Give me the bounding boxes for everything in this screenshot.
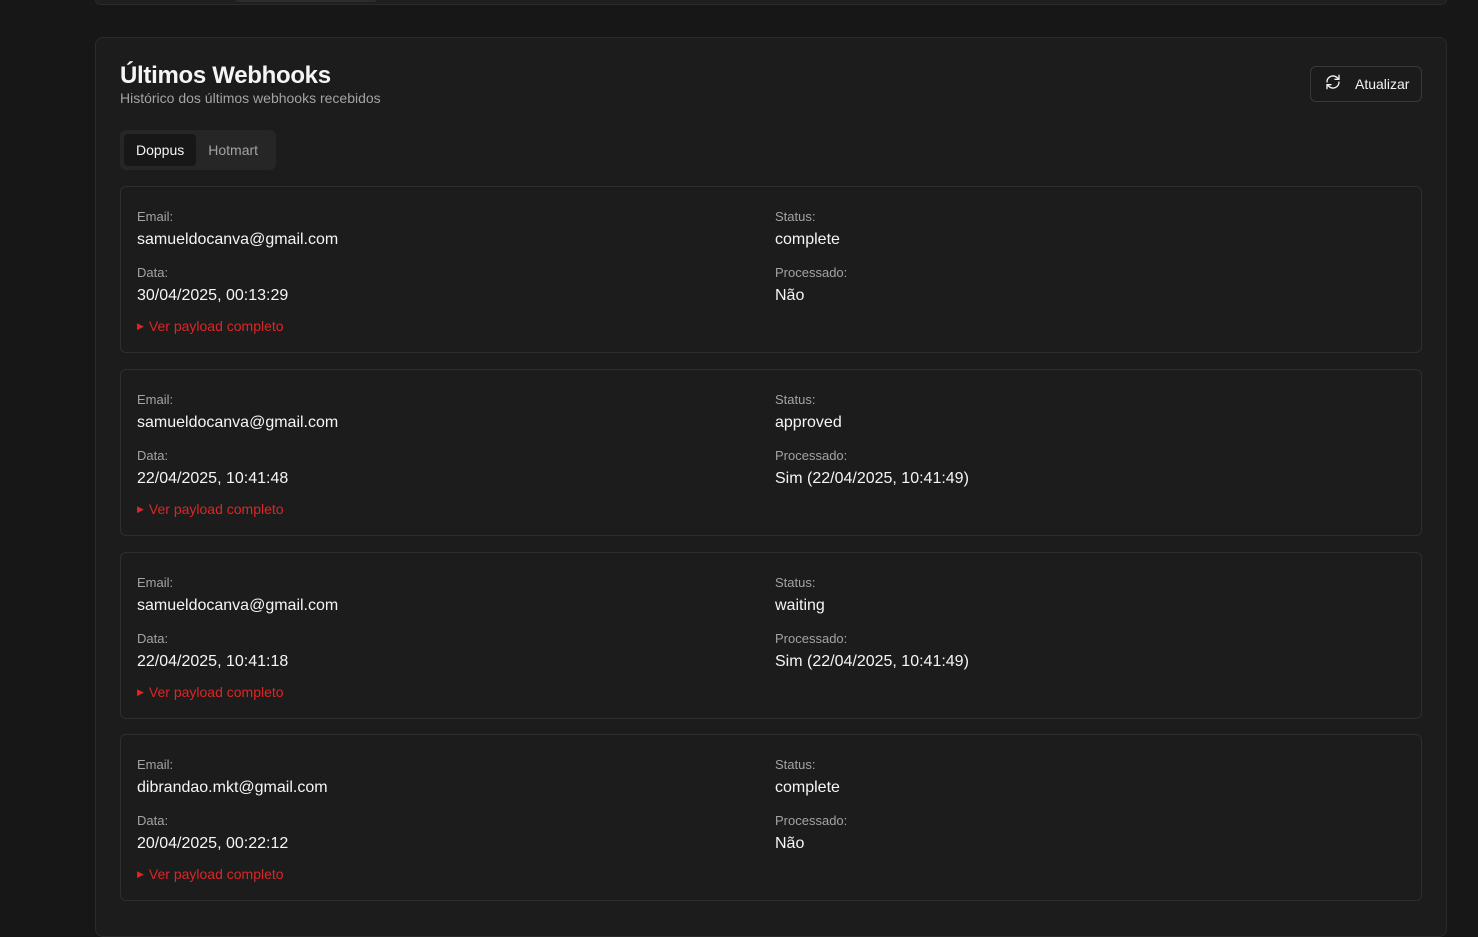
date-label: Data: — [137, 448, 169, 463]
status-field: Status: complete — [775, 757, 840, 797]
processed-field: Processado: Não — [775, 265, 847, 305]
email-field: Email: samueldocanva@gmail.com — [137, 392, 338, 432]
view-payload-label: Ver payload completo — [148, 684, 284, 700]
email-value: samueldocanva@gmail.com — [137, 597, 339, 614]
processed-label: Processado: — [775, 265, 848, 280]
top-strip — [95, 0, 1447, 5]
tab-doppus[interactable]: Doppus — [124, 134, 197, 166]
webhook-card: Email: dibrandao.mkt@gmail.com Status: c… — [120, 734, 1422, 901]
email-value: samueldocanva@gmail.com — [137, 231, 339, 248]
processed-field: Processado: Sim (22/04/2025, 10:41:49) — [775, 631, 969, 671]
email-label: Email: — [137, 575, 174, 590]
processed-value: Não — [775, 835, 805, 852]
processed-value: Sim (22/04/2025, 10:41:49) — [775, 470, 969, 487]
view-payload-toggle[interactable]: ▶ Ver payload completo — [137, 501, 284, 517]
status-field: Status: complete — [775, 209, 840, 249]
status-field: Status: approved — [775, 392, 842, 432]
status-label: Status: — [775, 757, 816, 772]
date-value: 22/04/2025, 10:41:48 — [137, 470, 289, 487]
caret-right-icon: ▶ — [137, 868, 144, 879]
view-payload-label: Ver payload completo — [148, 866, 284, 882]
processed-field: Processado: Sim (22/04/2025, 10:41:49) — [775, 448, 969, 488]
email-label: Email: — [137, 757, 174, 772]
processed-label: Processado: — [775, 448, 848, 463]
status-field: Status: waiting — [775, 575, 825, 615]
email-label: Email: — [137, 209, 174, 224]
top-strip-tab-hint — [236, 0, 376, 2]
processed-label: Processado: — [775, 631, 848, 646]
date-label: Data: — [137, 813, 169, 828]
processed-label: Processado: — [775, 813, 848, 828]
email-field: Email: samueldocanva@gmail.com — [137, 575, 338, 615]
date-value: 20/04/2025, 00:22:12 — [137, 835, 289, 852]
status-label: Status: — [775, 392, 816, 407]
processed-value: Sim (22/04/2025, 10:41:49) — [775, 653, 969, 670]
email-value: samueldocanva@gmail.com — [137, 414, 339, 431]
processed-field: Processado: Não — [775, 813, 847, 853]
date-label: Data: — [137, 265, 169, 280]
status-label: Status: — [775, 575, 816, 590]
refresh-icon — [1325, 74, 1341, 95]
date-value: 30/04/2025, 00:13:29 — [137, 287, 289, 304]
view-payload-label: Ver payload completo — [148, 318, 284, 334]
status-value: complete — [775, 231, 840, 248]
view-payload-label: Ver payload completo — [148, 501, 284, 517]
email-value: dibrandao.mkt@gmail.com — [137, 779, 328, 796]
view-payload-toggle[interactable]: ▶ Ver payload completo — [137, 318, 284, 334]
date-value: 22/04/2025, 10:41:18 — [137, 653, 289, 670]
date-field: Data: 30/04/2025, 00:13:29 — [137, 265, 288, 305]
date-field: Data: 22/04/2025, 10:41:48 — [137, 448, 288, 488]
view-payload-toggle[interactable]: ▶ Ver payload completo — [137, 684, 284, 700]
date-field: Data: 22/04/2025, 10:41:18 — [137, 631, 288, 671]
page-title: Últimos Webhooks — [120, 62, 331, 89]
tab-hotmart[interactable]: Hotmart — [196, 134, 270, 166]
status-value: complete — [775, 779, 840, 796]
webhook-card: Email: samueldocanva@gmail.com Status: c… — [120, 186, 1422, 353]
webhook-card: Email: samueldocanva@gmail.com Status: w… — [120, 552, 1422, 719]
status-label: Status: — [775, 209, 816, 224]
webhook-card: Email: samueldocanva@gmail.com Status: a… — [120, 369, 1422, 536]
email-field: Email: dibrandao.mkt@gmail.com — [137, 757, 328, 797]
email-label: Email: — [137, 392, 174, 407]
provider-tabs: Doppus Hotmart — [120, 130, 276, 170]
page-subtitle: Histórico dos últimos webhooks recebidos — [120, 90, 381, 106]
email-field: Email: samueldocanva@gmail.com — [137, 209, 338, 249]
caret-right-icon: ▶ — [137, 686, 144, 697]
status-value: waiting — [775, 597, 825, 614]
status-value: approved — [775, 414, 842, 431]
refresh-button-label: Atualizar — [1355, 76, 1410, 92]
view-payload-toggle[interactable]: ▶ Ver payload completo — [137, 866, 284, 882]
date-field: Data: 20/04/2025, 00:22:12 — [137, 813, 288, 853]
date-label: Data: — [137, 631, 169, 646]
refresh-button[interactable]: Atualizar — [1310, 66, 1422, 102]
caret-right-icon: ▶ — [137, 503, 144, 514]
processed-value: Não — [775, 287, 805, 304]
caret-right-icon: ▶ — [137, 320, 144, 331]
webhooks-panel: Últimos Webhooks Histórico dos últimos w… — [95, 37, 1447, 937]
